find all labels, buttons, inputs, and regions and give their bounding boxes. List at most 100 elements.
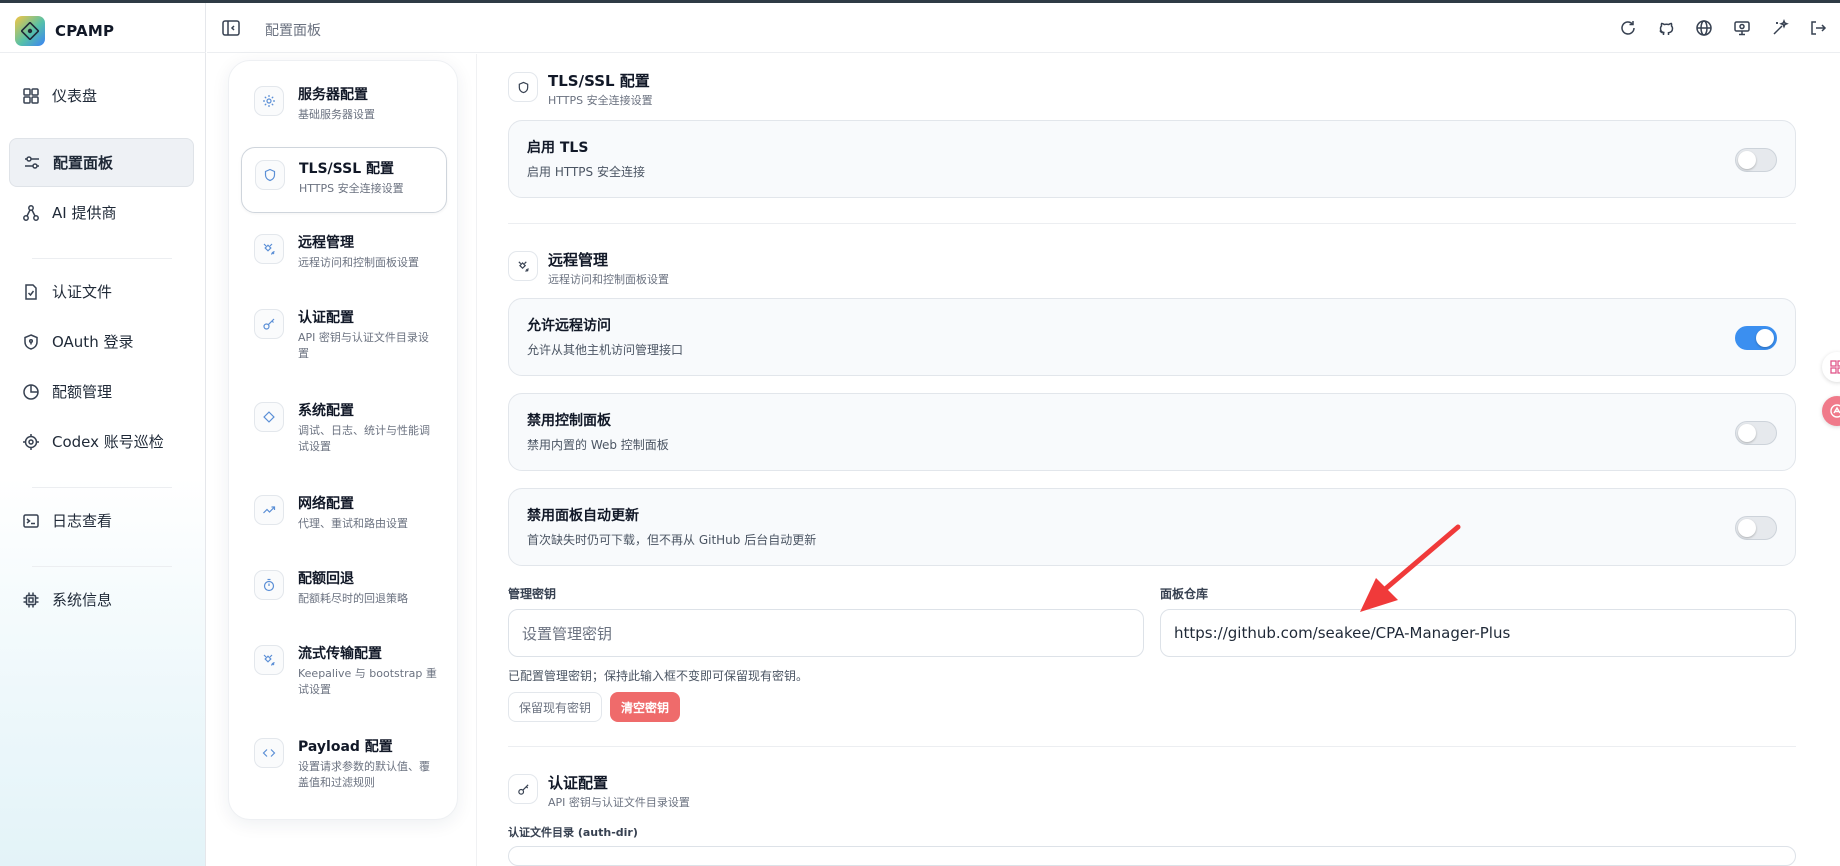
sidebar-item-label: Codex 账号巡检 [52, 433, 164, 451]
subnav-desc: 配额耗尽时的回退策略 [298, 592, 408, 605]
globe-icon[interactable] [1695, 19, 1713, 37]
github-icon[interactable] [1657, 19, 1675, 37]
subnav-item-auth[interactable]: 认证配置 API 密钥与认证文件目录设置 [241, 297, 447, 363]
subnav-title: 远程管理 [298, 235, 354, 251]
sidebar-item-oauth-login[interactable]: OAuth 登录 [9, 317, 194, 366]
sidebar-item-label: 认证文件 [52, 283, 113, 301]
disable-auto-update-toggle[interactable] [1735, 516, 1777, 540]
main-sidebar: CPAMP 仪表盘 配置面板 AI 提供商 认证文件 OAuth 登录 配额管理… [0, 3, 206, 866]
disable-auto-update-desc: 首次缺失时仍可下载，但不再从 GitHub 后台自动更新 [527, 533, 817, 547]
network-icon [23, 204, 39, 221]
disable-auto-update-card: 禁用面板自动更新 首次缺失时仍可下载，但不再从 GitHub 后台自动更新 [508, 488, 1796, 566]
subnav-desc: API 密钥与认证文件目录设置 [298, 331, 429, 360]
sidebar-item-system-info[interactable]: 系统信息 [9, 575, 194, 624]
top-header: 配置面板 [207, 3, 1840, 53]
toggle-knob [1756, 329, 1774, 347]
subnav-item-remote[interactable]: 远程管理 远程访问和控制面板设置 [241, 222, 447, 288]
breadcrumb: 配置面板 [265, 23, 321, 39]
tls-section-desc: HTTPS 安全连接设置 [548, 94, 653, 107]
auth-section-key-icon [508, 774, 538, 804]
panel-repo-input[interactable]: https://github.com/seakee/CPA-Manager-Pl… [1160, 609, 1796, 657]
toggle-knob [1738, 424, 1756, 442]
subnav-item-payload[interactable]: Payload 配置 设置请求参数的默认值、覆盖值和过滤规则 [241, 726, 447, 792]
subnav-desc: Keepalive 与 bootstrap 重试设置 [298, 667, 437, 696]
subnav-title: 认证配置 [298, 310, 354, 326]
key-icon [254, 309, 284, 339]
subnav-title: 流式传输配置 [298, 646, 382, 662]
disable-panel-toggle[interactable] [1735, 421, 1777, 445]
auth-dir-label: 认证文件目录 (auth-dir) [508, 826, 638, 839]
remote-section-satellite-icon [508, 251, 538, 281]
theme-icon[interactable] [1733, 19, 1751, 37]
timer-icon [254, 570, 284, 600]
subnav-item-streaming[interactable]: 流式传输配置 Keepalive 与 bootstrap 重试设置 [241, 633, 447, 699]
logout-icon[interactable] [1809, 19, 1827, 37]
brand-logo-icon [15, 16, 45, 46]
enable-tls-card: 启用 TLS 启用 HTTPS 安全连接 [508, 120, 1796, 198]
subnav-item-quota-fallback[interactable]: 配额回退 配额耗尽时的回退策略 [241, 558, 447, 624]
toggle-knob [1738, 151, 1756, 169]
sidebar-toggle-icon[interactable] [221, 18, 241, 38]
disable-panel-desc: 禁用内置的 Web 控制面板 [527, 438, 669, 452]
pie-chart-icon [23, 383, 39, 400]
subnav-title: 服务器配置 [298, 87, 368, 103]
tls-section-title: TLS/SSL 配置 [548, 72, 650, 90]
satellite-icon [254, 234, 284, 264]
sidebar-item-quota[interactable]: 配额管理 [9, 367, 194, 416]
subnav-item-tls[interactable]: TLS/SSL 配置 HTTPS 安全连接设置 [241, 147, 447, 213]
sidebar-divider [32, 566, 172, 567]
sliders-icon [25, 155, 39, 169]
brand[interactable]: CPAMP [15, 14, 114, 48]
sidebar-item-codex-inspection[interactable]: Codex 账号巡检 [9, 417, 194, 466]
auth-section-title: 认证配置 [548, 774, 609, 792]
subnav-item-network[interactable]: 网络配置 代理、重试和路由设置 [241, 483, 447, 549]
target-icon [23, 433, 39, 450]
keep-secret-button[interactable]: 保留现有密钥 [508, 692, 602, 722]
terminal-icon [23, 513, 39, 528]
auth-dir-input[interactable] [508, 846, 1796, 866]
sidebar-item-config-panel[interactable]: 配置面板 [9, 138, 194, 187]
enable-tls-title: 启用 TLS [527, 140, 589, 156]
sidebar-item-label: 配额管理 [52, 383, 113, 401]
tls-section-shield-icon [508, 72, 538, 102]
sidebar-divider [32, 487, 172, 488]
dashboard-icon [23, 87, 39, 104]
subnav-desc: 调试、日志、统计与性能调试设置 [298, 424, 430, 453]
subnav-desc: HTTPS 安全连接设置 [299, 182, 404, 195]
sidebar-item-logs[interactable]: 日志查看 [9, 496, 194, 545]
subnav-item-system[interactable]: 系统配置 调试、日志、统计与性能调试设置 [241, 390, 447, 456]
section-divider [508, 746, 1796, 747]
enable-tls-toggle[interactable] [1735, 148, 1777, 172]
subnav-item-server[interactable]: 服务器配置 基础服务器设置 [241, 74, 447, 140]
secret-hint: 已配置管理密钥；保持此输入框不变即可保留现有密钥。 [508, 669, 809, 683]
chip-icon [23, 592, 39, 607]
clear-secret-button[interactable]: 清空密钥 [610, 692, 680, 722]
management-secret-label: 管理密钥 [508, 587, 557, 601]
code-icon [254, 738, 284, 768]
disable-panel-title: 禁用控制面板 [527, 413, 611, 429]
sidebar-item-label: 系统信息 [52, 591, 113, 609]
subnav-desc: 设置请求参数的默认值、覆盖值和过滤规则 [298, 760, 430, 789]
sidebar-item-ai-providers[interactable]: AI 提供商 [9, 188, 194, 237]
panel-repo-label: 面板仓库 [1160, 587, 1209, 601]
sparkle-icon[interactable] [1771, 19, 1789, 37]
file-check-icon [25, 283, 37, 300]
config-subnav: 服务器配置 基础服务器设置 TLS/SSL 配置 HTTPS 安全连接设置 远程… [228, 60, 458, 820]
subnav-title: 配额回退 [298, 571, 354, 587]
allow-remote-title: 允许远程访问 [527, 318, 611, 334]
sidebar-item-auth-files[interactable]: 认证文件 [9, 267, 194, 316]
management-secret-input[interactable]: 设置管理密钥 [508, 609, 1144, 657]
diamond-icon [254, 402, 284, 432]
enable-tls-desc: 启用 HTTPS 安全连接 [527, 165, 645, 179]
allow-remote-toggle[interactable] [1735, 326, 1777, 350]
subnav-desc: 远程访问和控制面板设置 [298, 256, 419, 269]
sidebar-item-dashboard[interactable]: 仪表盘 [9, 71, 194, 120]
satellite-icon [254, 645, 284, 675]
shield-icon [24, 333, 38, 350]
shield-icon [255, 160, 285, 190]
refresh-icon[interactable] [1619, 19, 1637, 37]
remote-section-title: 远程管理 [548, 251, 609, 269]
trend-icon [254, 495, 284, 525]
brand-name: CPAMP [55, 22, 115, 40]
disable-panel-card: 禁用控制面板 禁用内置的 Web 控制面板 [508, 393, 1796, 471]
